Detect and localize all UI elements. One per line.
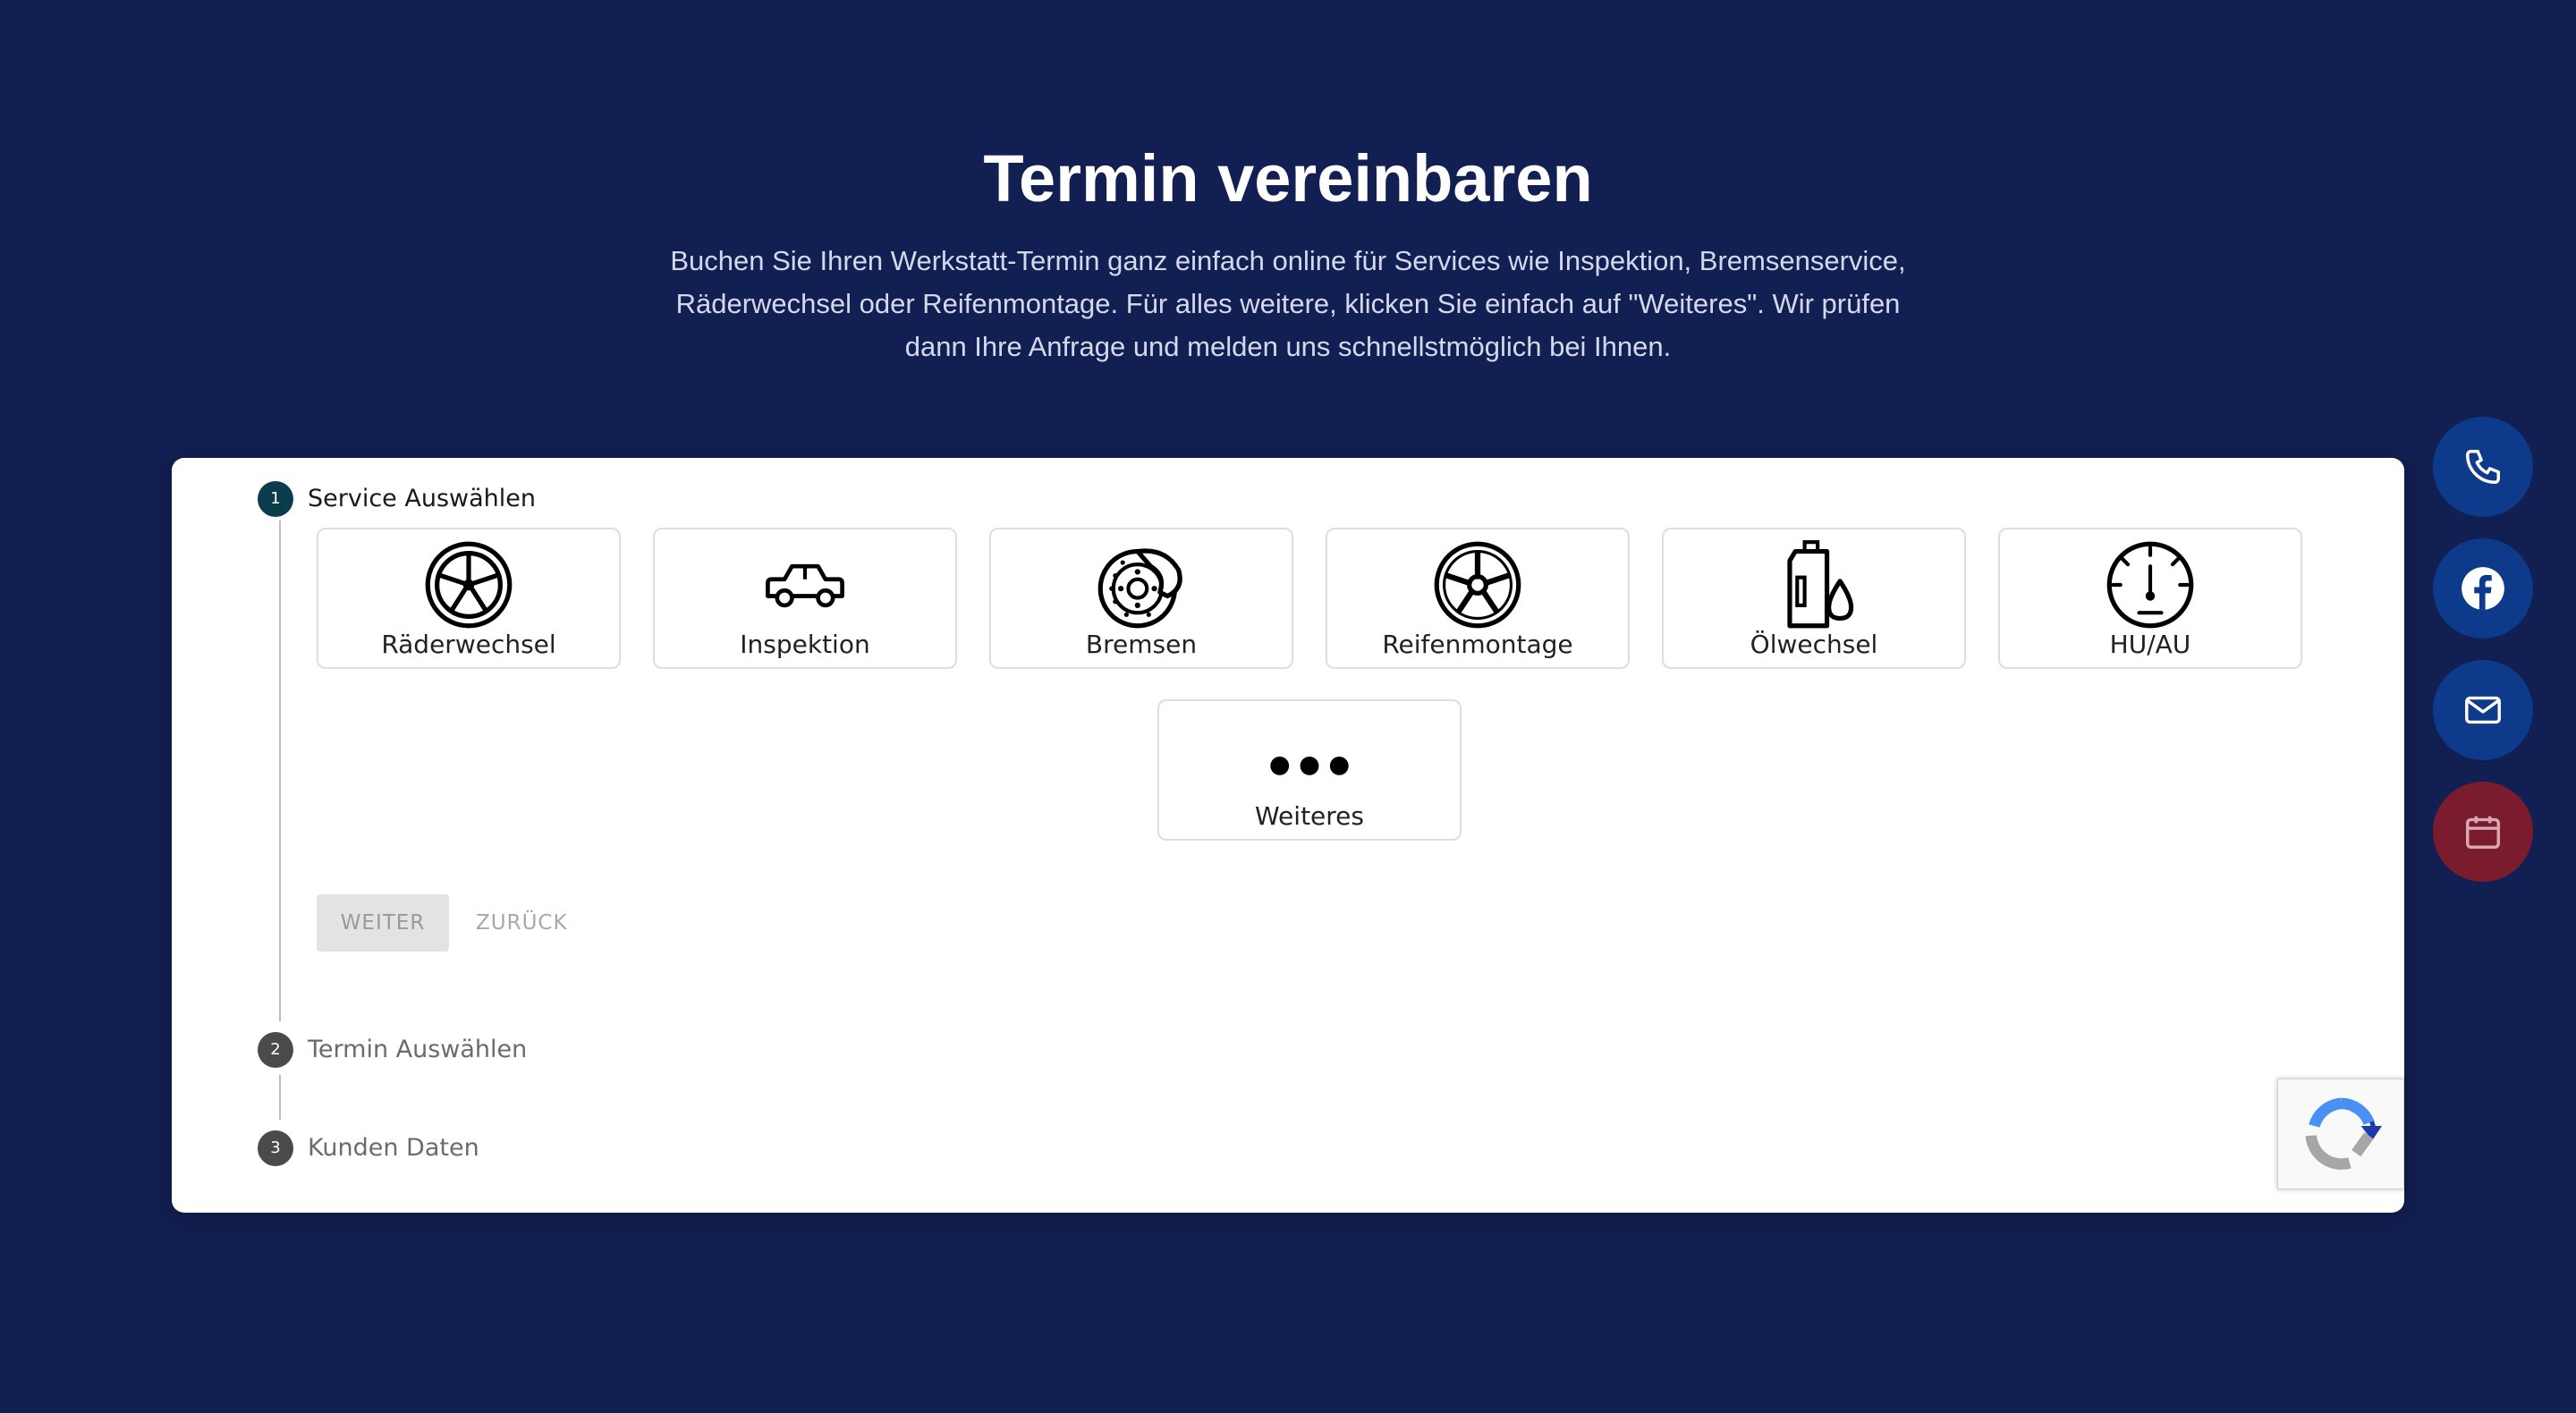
step-number-3[interactable]: 3 [258, 1130, 293, 1166]
facebook-icon [2462, 567, 2504, 610]
recaptcha-icon [2305, 1097, 2382, 1170]
calendar-icon [2466, 816, 2500, 849]
stepper-line [279, 1075, 281, 1120]
oil-can-icon [1787, 540, 1854, 629]
next-button[interactable]: WEITER [317, 894, 449, 952]
step-label-service[interactable]: Service Auswählen [308, 481, 536, 517]
service-label: Bremsen [1085, 630, 1198, 659]
step-number-2[interactable]: 2 [258, 1032, 293, 1068]
phone-button[interactable] [2433, 417, 2533, 517]
recaptcha-badge[interactable] [2277, 1079, 2404, 1189]
service-tile-oelwechsel[interactable]: Ölwechsel [1662, 528, 1966, 669]
service-tile-bremsen[interactable]: Bremsen [989, 528, 1293, 669]
phone-icon [2466, 450, 2500, 484]
service-label: HU/AU [2109, 630, 2191, 659]
page-description: Buchen Sie Ihren Werkstatt-Termin ganz e… [670, 245, 1906, 362]
service-label: Ölwechsel [1750, 630, 1878, 659]
step-label-kunden[interactable]: Kunden Daten [308, 1130, 479, 1166]
brake-disc-icon [1097, 548, 1182, 629]
car-icon [766, 563, 844, 608]
calendar-button[interactable] [2433, 782, 2533, 882]
page-title: Termin vereinbaren [983, 141, 1593, 216]
step-label-termin[interactable]: Termin Auswählen [308, 1032, 527, 1068]
service-label: Räderwechsel [381, 630, 556, 659]
stepper-line [279, 520, 281, 1021]
email-button[interactable] [2433, 660, 2533, 760]
more-dots-icon [1270, 757, 1349, 775]
rim-icon [1434, 541, 1521, 629]
wheel-icon [425, 541, 513, 629]
service-tile-weiteres[interactable]: Weiteres [1157, 699, 1462, 841]
mail-icon [2465, 696, 2501, 724]
service-tile-reifenmontage[interactable]: Reifenmontage [1326, 528, 1630, 669]
back-button[interactable]: ZURÜCK [476, 894, 568, 952]
gauge-icon [2106, 541, 2194, 629]
service-tile-hu-au[interactable]: HU/AU [1998, 528, 2302, 669]
booking-card: 1 Service Auswählen Räderwechsel Inspekt… [172, 458, 2404, 1213]
step-number-1[interactable]: 1 [258, 481, 293, 517]
service-tile-raederwechsel[interactable]: Räderwechsel [317, 528, 621, 669]
service-label: Weiteres [1255, 801, 1364, 831]
service-label: Reifenmontage [1382, 630, 1573, 659]
service-tile-inspektion[interactable]: Inspektion [653, 528, 957, 669]
facebook-button[interactable] [2433, 538, 2533, 639]
service-label: Inspektion [740, 630, 870, 659]
